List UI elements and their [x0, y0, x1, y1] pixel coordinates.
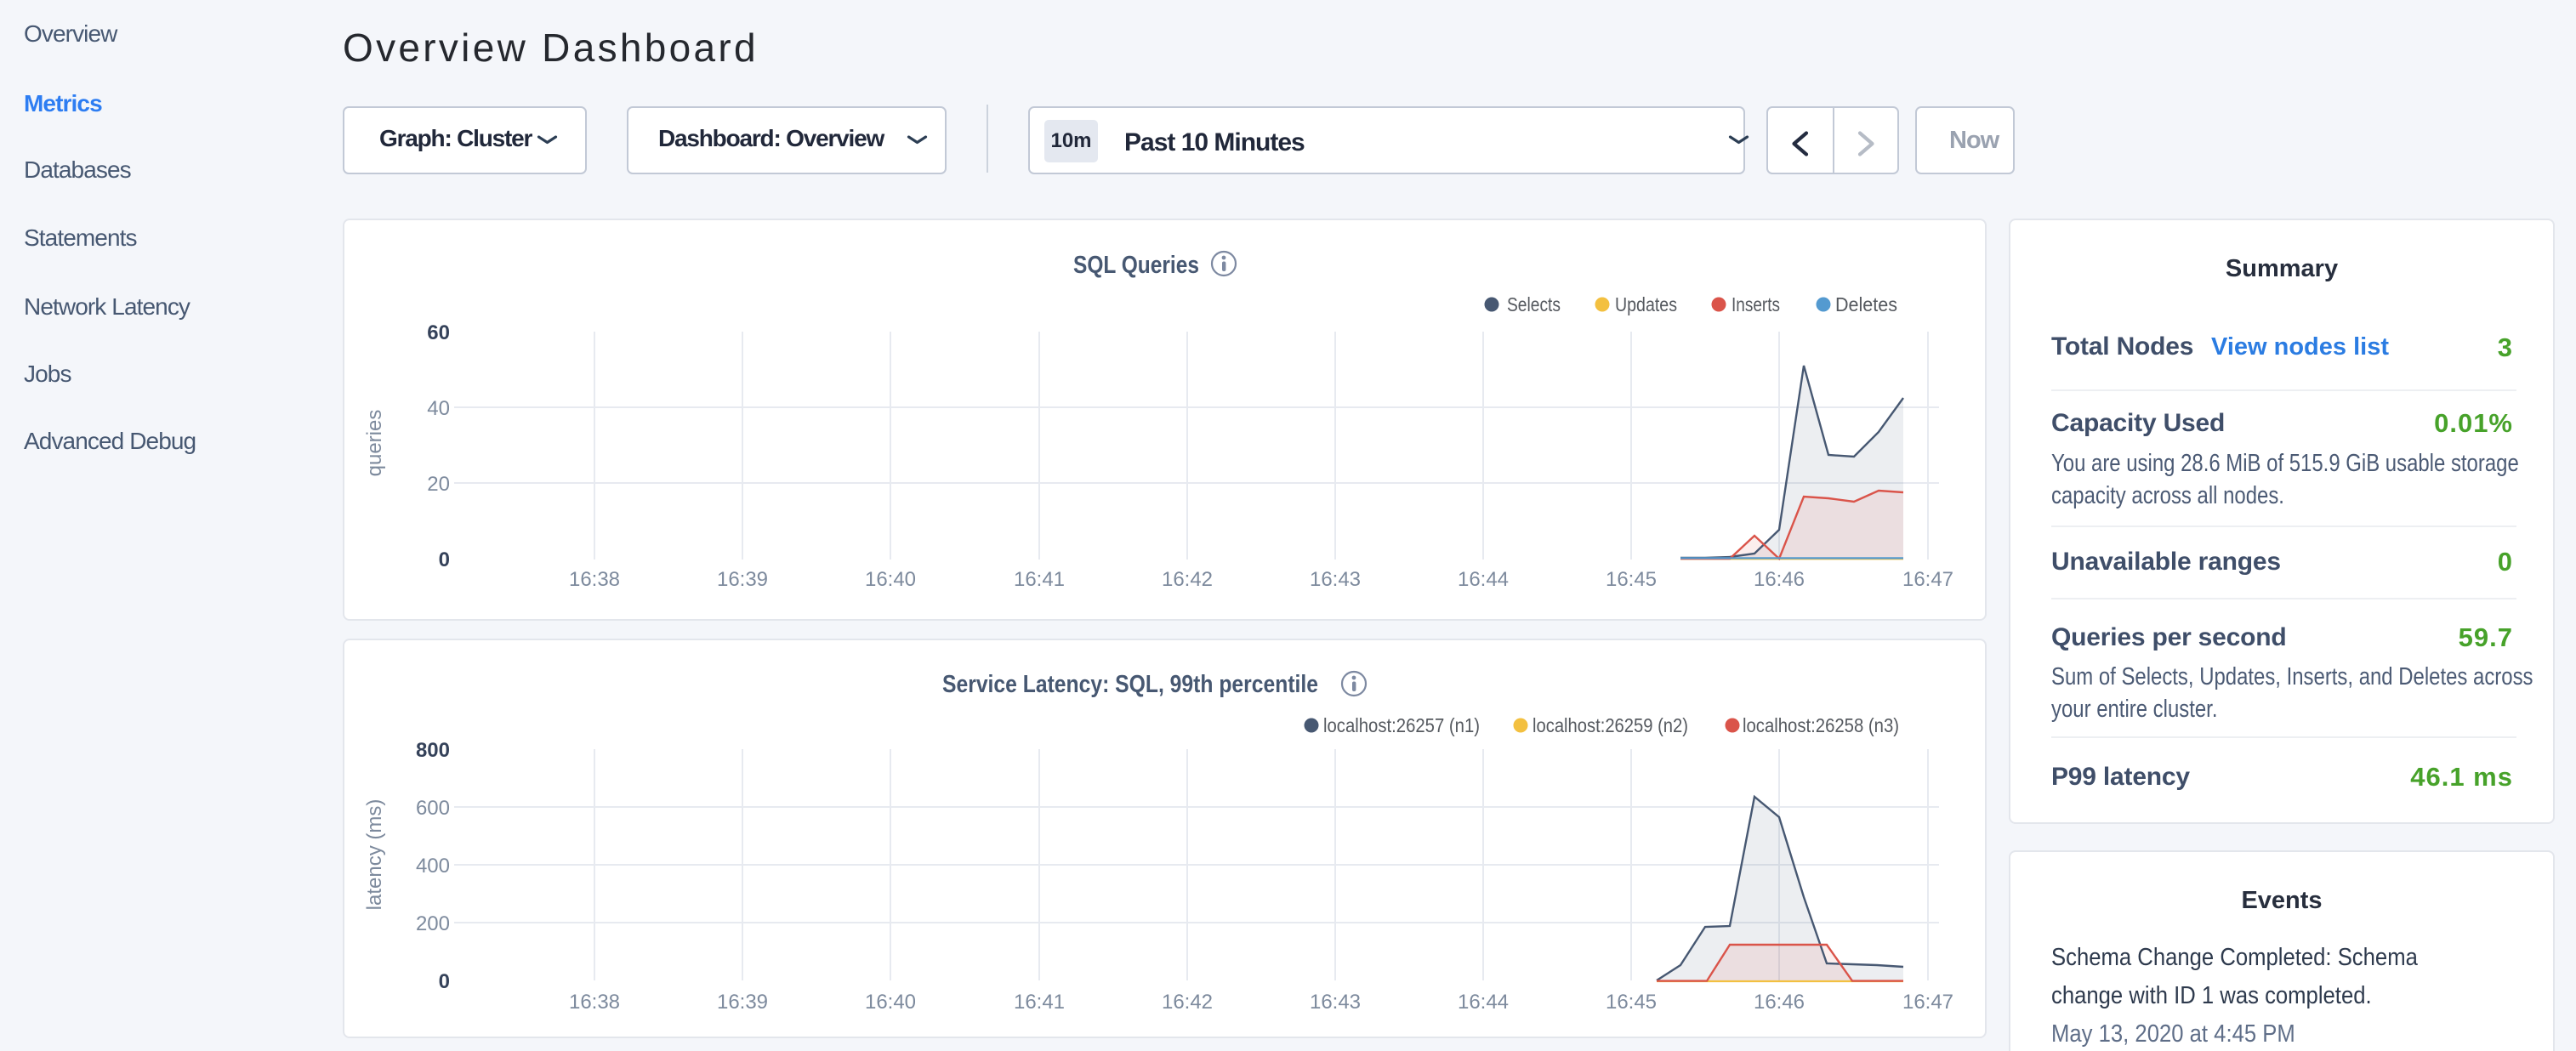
svg-text:16:44: 16:44 — [1458, 568, 1509, 591]
svg-text:16:43: 16:43 — [1310, 568, 1361, 591]
svg-text:localhost:26259 (n2): localhost:26259 (n2) — [1533, 714, 1688, 736]
svg-text:16:42: 16:42 — [1162, 568, 1213, 591]
svg-text:queries: queries — [363, 410, 386, 477]
svg-text:16:46: 16:46 — [1754, 568, 1805, 591]
svg-text:16:38: 16:38 — [569, 991, 620, 1014]
svg-text:SQL Queries: SQL Queries — [1073, 252, 1199, 279]
svg-text:40: 40 — [427, 397, 450, 420]
svg-text:Updates: Updates — [1615, 293, 1677, 315]
svg-text:16:41: 16:41 — [1014, 568, 1065, 591]
svg-text:Service Latency: SQL, 99th per: Service Latency: SQL, 99th percentile — [942, 671, 1318, 698]
svg-text:16:47: 16:47 — [1902, 991, 1953, 1014]
svg-text:0: 0 — [439, 970, 450, 993]
svg-text:16:39: 16:39 — [717, 568, 768, 591]
svg-text:16:41: 16:41 — [1014, 991, 1065, 1014]
svg-text:16:45: 16:45 — [1606, 991, 1657, 1014]
svg-text:60: 60 — [427, 321, 450, 344]
svg-text:400: 400 — [416, 855, 450, 878]
svg-text:200: 200 — [416, 912, 450, 935]
svg-text:0: 0 — [439, 548, 450, 571]
svg-text:16:46: 16:46 — [1754, 991, 1805, 1014]
svg-text:16:47: 16:47 — [1902, 568, 1953, 591]
svg-text:20: 20 — [427, 473, 450, 496]
svg-text:800: 800 — [416, 739, 450, 762]
svg-text:16:39: 16:39 — [717, 991, 768, 1014]
svg-text:Deletes: Deletes — [1835, 293, 1897, 315]
svg-text:16:40: 16:40 — [865, 991, 916, 1014]
svg-text:latency (ms): latency (ms) — [363, 799, 386, 911]
svg-text:16:42: 16:42 — [1162, 991, 1213, 1014]
svg-text:Inserts: Inserts — [1732, 293, 1780, 315]
svg-text:localhost:26257 (n1): localhost:26257 (n1) — [1323, 714, 1480, 736]
svg-text:16:44: 16:44 — [1458, 991, 1509, 1014]
svg-text:600: 600 — [416, 797, 450, 820]
svg-text:16:38: 16:38 — [569, 568, 620, 591]
svg-text:16:40: 16:40 — [865, 568, 916, 591]
svg-text:Selects: Selects — [1507, 293, 1561, 315]
svg-text:localhost:26258 (n3): localhost:26258 (n3) — [1743, 714, 1899, 736]
svg-text:16:45: 16:45 — [1606, 568, 1657, 591]
svg-text:16:43: 16:43 — [1310, 991, 1361, 1014]
